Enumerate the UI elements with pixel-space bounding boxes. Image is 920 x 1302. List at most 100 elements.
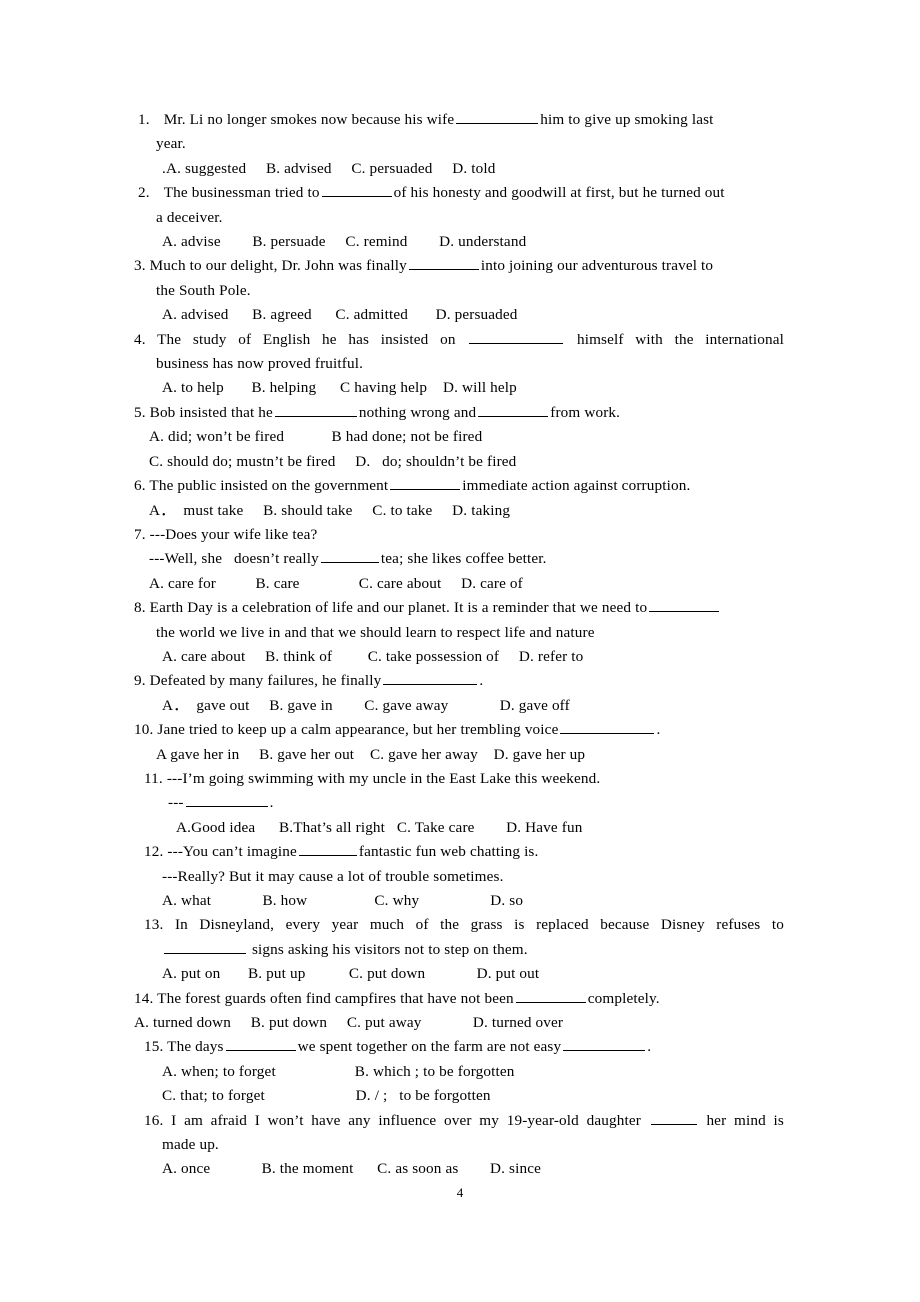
question-16-stem-tail: her mind is — [706, 1111, 784, 1129]
answer-blank — [164, 939, 246, 954]
question-6-stem-text: The public insisted on the government — [149, 477, 389, 495]
answer-blank — [563, 1036, 646, 1052]
question-8-stem-line-1: 8. Earth Day is a celebration of life an… — [134, 596, 784, 620]
question-8-stem-text: Earth Day is a celebration of life and o… — [149, 599, 648, 617]
answer-blank — [185, 792, 268, 808]
question-12-stem-text-b: fantastic fun web chatting is. — [358, 843, 539, 861]
question-7-stem-line-2: ---Well, she doesn’t really tea; she like… — [149, 547, 784, 571]
question-11-stem-text: ---I’m going swimming with my uncle in t… — [166, 769, 601, 787]
question-11-stem-line-2: ---. — [168, 791, 784, 815]
question-14-options: A. turned down B. put down C. put away D… — [134, 1014, 564, 1032]
question-12-options: A. what B. how C. why D. so — [162, 892, 524, 909]
question-4-stem-line-2: business has now proved fruitful. — [156, 355, 364, 373]
question-5-stem-line-1: 5. Bob insisted that he nothing wrong and… — [134, 401, 784, 425]
question-3-number: 3. — [134, 257, 146, 275]
answer-blank — [321, 182, 392, 198]
question-1-stem-line-1: 1. Mr. Li no longer smokes now because h… — [138, 108, 784, 132]
question-5-stem-text-c: from work. — [550, 403, 621, 421]
answer-blank — [560, 719, 655, 735]
question-2-stem-line-2: a deceiver. — [156, 208, 223, 226]
answer-blank — [390, 475, 461, 491]
question-13-options: A. put on B. put up C. put down D. put o… — [162, 965, 540, 983]
question-5-options-line-2: C. should do; mustn’t be fired D. do; sh… — [149, 452, 517, 470]
question-7-options: A. care for B. care C. care about D. car… — [149, 574, 523, 592]
question-3-stem-line-2: the South Pole. — [156, 281, 251, 299]
question-6-number: 6. — [134, 477, 146, 495]
question-11-dash-prefix: --- — [168, 794, 184, 812]
question-7-stem-text-a: ---Well, she doesn’t really — [149, 550, 319, 568]
question-9-options: A． gave out B. gave in C. gave away D. g… — [162, 696, 570, 714]
question-13-stem-line-2: signs asking his visitors not to step on… — [162, 938, 784, 962]
question-4-number: 4. — [134, 330, 146, 348]
answer-blank — [650, 1110, 697, 1125]
answer-blank — [298, 841, 357, 857]
question-1: 1. Mr. Li no longer smokes now because h… — [138, 108, 784, 181]
question-2-stem-text: The businessman tried to — [163, 184, 320, 202]
question-15-stem-line-1: 15. The days we spent together on the far… — [144, 1035, 784, 1059]
question-11-number: 11. — [144, 769, 163, 787]
question-9-stem-text: Defeated by many failures, he finally — [149, 672, 382, 690]
question-12: 12. ---You can’t imagine fantastic fun we… — [138, 840, 784, 913]
question-15-stem-text-c: . — [647, 1038, 652, 1056]
question-16-stem-line-1: 16. I am afraid I won’t have any influen… — [144, 1109, 784, 1133]
question-12-stem-line-1: 12. ---You can’t imagine fantastic fun we… — [144, 840, 784, 864]
question-1-stem-text: Mr. Li no longer smokes now because his … — [163, 111, 455, 128]
question-11-options: A.Good idea B.That’s all right C. Take c… — [176, 818, 583, 836]
question-3: 3. Much to our delight, Dr. John was fin… — [134, 254, 784, 327]
question-8-options: A. care about B. think of C. take posses… — [162, 647, 584, 665]
question-10-number: 10. — [134, 721, 154, 739]
question-2: 2. The businessman tried to of his honest… — [138, 181, 784, 254]
question-16-options: A. once B. the moment C. as soon as D. s… — [162, 1160, 542, 1178]
question-12-stem-line-2: ---Really? But it may cause a lot of tro… — [162, 867, 504, 885]
question-3-stem-line-1: 3. Much to our delight, Dr. John was fin… — [134, 254, 784, 278]
question-1-stem-tail: him to give up smoking last — [540, 111, 714, 128]
question-10-stem-text: Jane tried to keep up a calm appearance,… — [157, 721, 559, 739]
question-15: 15. The days we spent together on the far… — [138, 1035, 784, 1108]
question-9-number: 9. — [134, 672, 146, 690]
question-3-options: A. advised B. agreed C. admitted D. pers… — [162, 306, 518, 324]
question-7-stem-line-1: 7. ---Does your wife like tea? — [134, 523, 784, 547]
question-7-stem-text: ---Does your wife like tea? — [149, 525, 318, 543]
answer-blank — [274, 402, 357, 417]
question-5-stem-text-b: nothing wrong and — [358, 403, 477, 421]
answer-blank — [408, 255, 479, 271]
question-4: 4. The study of English he has insisted … — [134, 328, 784, 401]
question-5-stem-text-a: Bob insisted that he — [149, 403, 273, 421]
answer-blank — [478, 402, 549, 417]
question-1-stem-line-2: year. — [156, 135, 186, 153]
question-8-stem-line-2: the world we live in and that we should … — [156, 623, 595, 641]
question-14-stem-text: The forest guards often find campfires t… — [157, 989, 514, 1007]
question-15-stem-text-a: The days — [167, 1038, 224, 1056]
question-1-number: 1. — [138, 111, 150, 128]
question-16-number: 16. — [144, 1111, 164, 1129]
question-13-number: 13. — [144, 916, 164, 934]
question-2-options: A. advise B. persuade C. remind D. under… — [162, 233, 527, 251]
question-15-options-line-1: A. when; to forget B. which ; to be forg… — [162, 1062, 515, 1080]
answer-blank — [456, 109, 539, 124]
question-10: 10. Jane tried to keep up a calm appeara… — [134, 718, 784, 767]
answer-blank — [383, 670, 478, 686]
question-6-stem-line-1: 6. The public insisted on the government… — [134, 474, 784, 498]
question-6-stem-tail: immediate action against corruption. — [462, 477, 691, 495]
question-7-stem-text-b: tea; she likes coffee better. — [380, 550, 547, 568]
answer-blank — [649, 597, 720, 613]
question-13-stem-text: In Disneyland, every year much of the gr… — [174, 916, 784, 934]
question-10-options: A gave her in B. gave her out C. gave he… — [156, 745, 586, 763]
answer-blank — [469, 329, 564, 344]
question-5-options-line-1: A. did; won’t be fired B had done; not b… — [149, 428, 483, 446]
question-5: 5. Bob insisted that he nothing wrong and… — [134, 401, 784, 474]
question-12-number: 12. — [144, 843, 164, 861]
question-list: 1. Mr. Li no longer smokes now because h… — [134, 108, 784, 1182]
question-11: 11. ---I’m going swimming with my uncle … — [138, 767, 784, 840]
question-15-stem-text-b: we spent together on the farm are not ea… — [297, 1038, 562, 1056]
question-13-stem-tail: signs asking his visitors not to step on… — [251, 940, 528, 958]
question-16: 16. I am afraid I won’t have any influen… — [138, 1109, 784, 1182]
question-7: 7. ---Does your wife like tea? ---Well, … — [134, 523, 784, 596]
question-16-stem-text: I am afraid I won’t have any influence o… — [171, 1111, 641, 1129]
question-7-number: 7. — [134, 525, 146, 543]
question-15-options-line-2: C. that; to forget D. / ; to be forgotte… — [162, 1087, 491, 1105]
question-13-stem-line-1: 13. In Disneyland, every year much of th… — [144, 913, 784, 937]
question-10-stem-tail: . — [656, 721, 661, 739]
question-9-stem-tail: . — [479, 672, 484, 690]
question-15-number: 15. — [144, 1038, 164, 1056]
